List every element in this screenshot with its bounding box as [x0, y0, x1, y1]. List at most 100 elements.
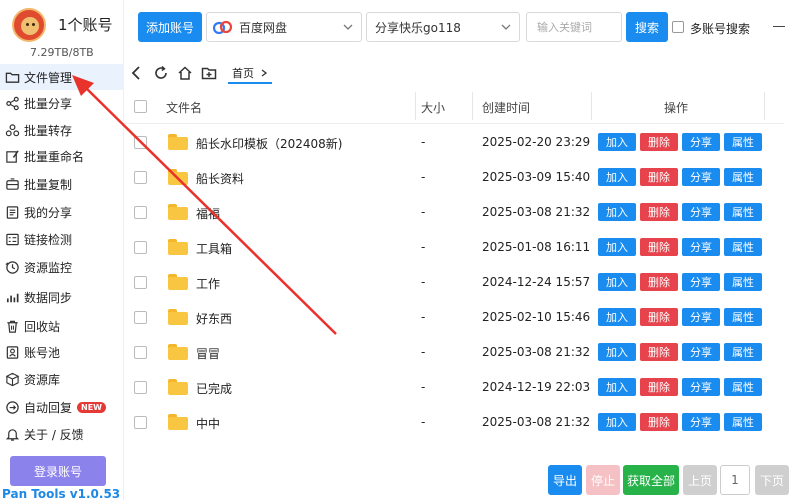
back-icon[interactable] — [128, 64, 146, 82]
delete-button[interactable]: 删除 — [640, 168, 678, 186]
account-select[interactable]: 分享快乐go118 — [366, 12, 520, 42]
breadcrumb[interactable]: 首页 — [228, 64, 272, 84]
delete-button[interactable]: 删除 — [640, 413, 678, 431]
delete-button[interactable]: 删除 — [640, 133, 678, 151]
column-divider[interactable] — [415, 92, 416, 120]
sidebar-item[interactable]: 链接检测 — [0, 226, 124, 252]
home-icon[interactable] — [176, 64, 194, 82]
column-divider[interactable] — [764, 92, 765, 120]
sidebar-item[interactable]: 批量重命名 — [0, 143, 124, 169]
row-checkbox[interactable] — [134, 311, 147, 324]
drive-select[interactable]: 百度网盘 — [206, 12, 362, 42]
breadcrumb-home[interactable]: 首页 — [232, 65, 254, 81]
properties-button[interactable]: 属性 — [724, 413, 762, 431]
avatar[interactable] — [12, 8, 46, 42]
add-button[interactable]: 加入 — [598, 308, 636, 326]
refresh-icon[interactable] — [152, 64, 170, 82]
properties-button[interactable]: 属性 — [724, 238, 762, 256]
sidebar-item[interactable]: 资源库 — [0, 366, 124, 392]
table-row[interactable]: 已完成 - 2024-12-19 22:03 加入 删除 分享 属性 — [124, 370, 784, 405]
delete-button[interactable]: 删除 — [640, 308, 678, 326]
add-button[interactable]: 加入 — [598, 273, 636, 291]
login-button[interactable]: 登录账号 — [10, 456, 106, 486]
add-button[interactable]: 加入 — [598, 413, 636, 431]
file-name[interactable]: 船长资料 — [196, 170, 244, 187]
properties-button[interactable]: 属性 — [724, 133, 762, 151]
properties-button[interactable]: 属性 — [724, 378, 762, 396]
column-header-name[interactable]: 文件名 — [166, 99, 202, 116]
share-button[interactable]: 分享 — [682, 308, 720, 326]
table-row[interactable]: 中中 - 2025-03-08 21:32 加入 删除 分享 属性 — [124, 405, 784, 440]
row-checkbox[interactable] — [134, 381, 147, 394]
row-checkbox[interactable] — [134, 241, 147, 254]
column-divider[interactable] — [591, 92, 592, 120]
share-button[interactable]: 分享 — [682, 168, 720, 186]
properties-button[interactable]: 属性 — [724, 168, 762, 186]
delete-button[interactable]: 删除 — [640, 378, 678, 396]
file-name[interactable]: 船长水印模板（202408新) — [196, 135, 343, 152]
properties-button[interactable]: 属性 — [724, 343, 762, 361]
sidebar-item[interactable]: 批量分享 — [0, 90, 124, 116]
select-all-checkbox[interactable] — [134, 100, 147, 113]
sidebar-item[interactable]: 我的分享 — [0, 199, 124, 225]
page-number-input[interactable]: 1 — [720, 465, 750, 495]
row-checkbox[interactable] — [134, 416, 147, 429]
properties-button[interactable]: 属性 — [724, 203, 762, 221]
delete-button[interactable]: 删除 — [640, 203, 678, 221]
properties-button[interactable]: 属性 — [724, 308, 762, 326]
table-row[interactable]: 工具箱 - 2025-01-08 16:11 加入 删除 分享 属性 — [124, 230, 784, 265]
add-button[interactable]: 加入 — [598, 238, 636, 256]
sidebar-item[interactable]: 批量复制 — [0, 171, 124, 197]
share-button[interactable]: 分享 — [682, 343, 720, 361]
minimize-icon[interactable] — [773, 26, 785, 27]
delete-button[interactable]: 删除 — [640, 238, 678, 256]
fetch-all-button[interactable]: 获取全部 — [623, 465, 679, 495]
properties-button[interactable]: 属性 — [724, 273, 762, 291]
table-row[interactable]: 福福 - 2025-03-08 21:32 加入 删除 分享 属性 — [124, 195, 784, 230]
search-button[interactable]: 搜索 — [626, 12, 668, 42]
file-name[interactable]: 工具箱 — [196, 240, 232, 257]
sidebar-item[interactable]: 数据同步 — [0, 284, 124, 310]
row-checkbox[interactable] — [134, 136, 147, 149]
table-row[interactable]: 工作 - 2024-12-24 15:57 加入 删除 分享 属性 — [124, 265, 784, 300]
add-button[interactable]: 加入 — [598, 378, 636, 396]
delete-button[interactable]: 删除 — [640, 273, 678, 291]
sidebar-item[interactable]: 回收站 — [0, 313, 124, 339]
table-row[interactable]: 船长水印模板（202408新) - 2025-02-20 23:29 加入 删除 分享 属性 — [124, 125, 784, 160]
file-name[interactable]: 冒冒 — [196, 345, 220, 362]
add-button[interactable]: 加入 — [598, 343, 636, 361]
row-checkbox[interactable] — [134, 171, 147, 184]
file-name[interactable]: 工作 — [196, 275, 220, 292]
file-name[interactable]: 福福 — [196, 205, 220, 222]
export-button[interactable]: 导出 — [548, 465, 582, 495]
sidebar-item[interactable]: 关于 / 反馈 — [0, 421, 124, 447]
multi-account-search-checkbox[interactable] — [672, 21, 684, 33]
new-folder-icon[interactable] — [200, 64, 218, 82]
row-checkbox[interactable] — [134, 206, 147, 219]
next-page-button[interactable]: 下页 — [755, 465, 789, 495]
share-button[interactable]: 分享 — [682, 273, 720, 291]
sidebar-item[interactable]: 资源监控 — [0, 254, 124, 280]
sidebar-item[interactable]: 批量转存 — [0, 117, 124, 143]
table-row[interactable]: 船长资料 - 2025-03-09 15:40 加入 删除 分享 属性 — [124, 160, 784, 195]
column-header-time[interactable]: 创建时间 — [482, 99, 530, 116]
share-button[interactable]: 分享 — [682, 203, 720, 221]
add-button[interactable]: 加入 — [598, 133, 636, 151]
row-checkbox[interactable] — [134, 276, 147, 289]
share-button[interactable]: 分享 — [682, 378, 720, 396]
share-button[interactable]: 分享 — [682, 413, 720, 431]
table-row[interactable]: 冒冒 - 2025-03-08 21:32 加入 删除 分享 属性 — [124, 335, 784, 370]
prev-page-button[interactable]: 上页 — [683, 465, 717, 495]
table-row[interactable]: 好东西 - 2025-02-10 15:46 加入 删除 分享 属性 — [124, 300, 784, 335]
search-input[interactable] — [526, 12, 622, 42]
column-divider[interactable] — [472, 92, 473, 120]
add-account-button[interactable]: 添加账号 — [138, 12, 202, 42]
delete-button[interactable]: 删除 — [640, 343, 678, 361]
add-button[interactable]: 加入 — [598, 168, 636, 186]
row-checkbox[interactable] — [134, 346, 147, 359]
sidebar-item[interactable]: 账号池 — [0, 339, 124, 365]
file-name[interactable]: 已完成 — [196, 380, 232, 397]
add-button[interactable]: 加入 — [598, 203, 636, 221]
column-header-size[interactable]: 大小 — [421, 99, 445, 116]
sidebar-item[interactable]: 文件管理 — [0, 64, 124, 90]
